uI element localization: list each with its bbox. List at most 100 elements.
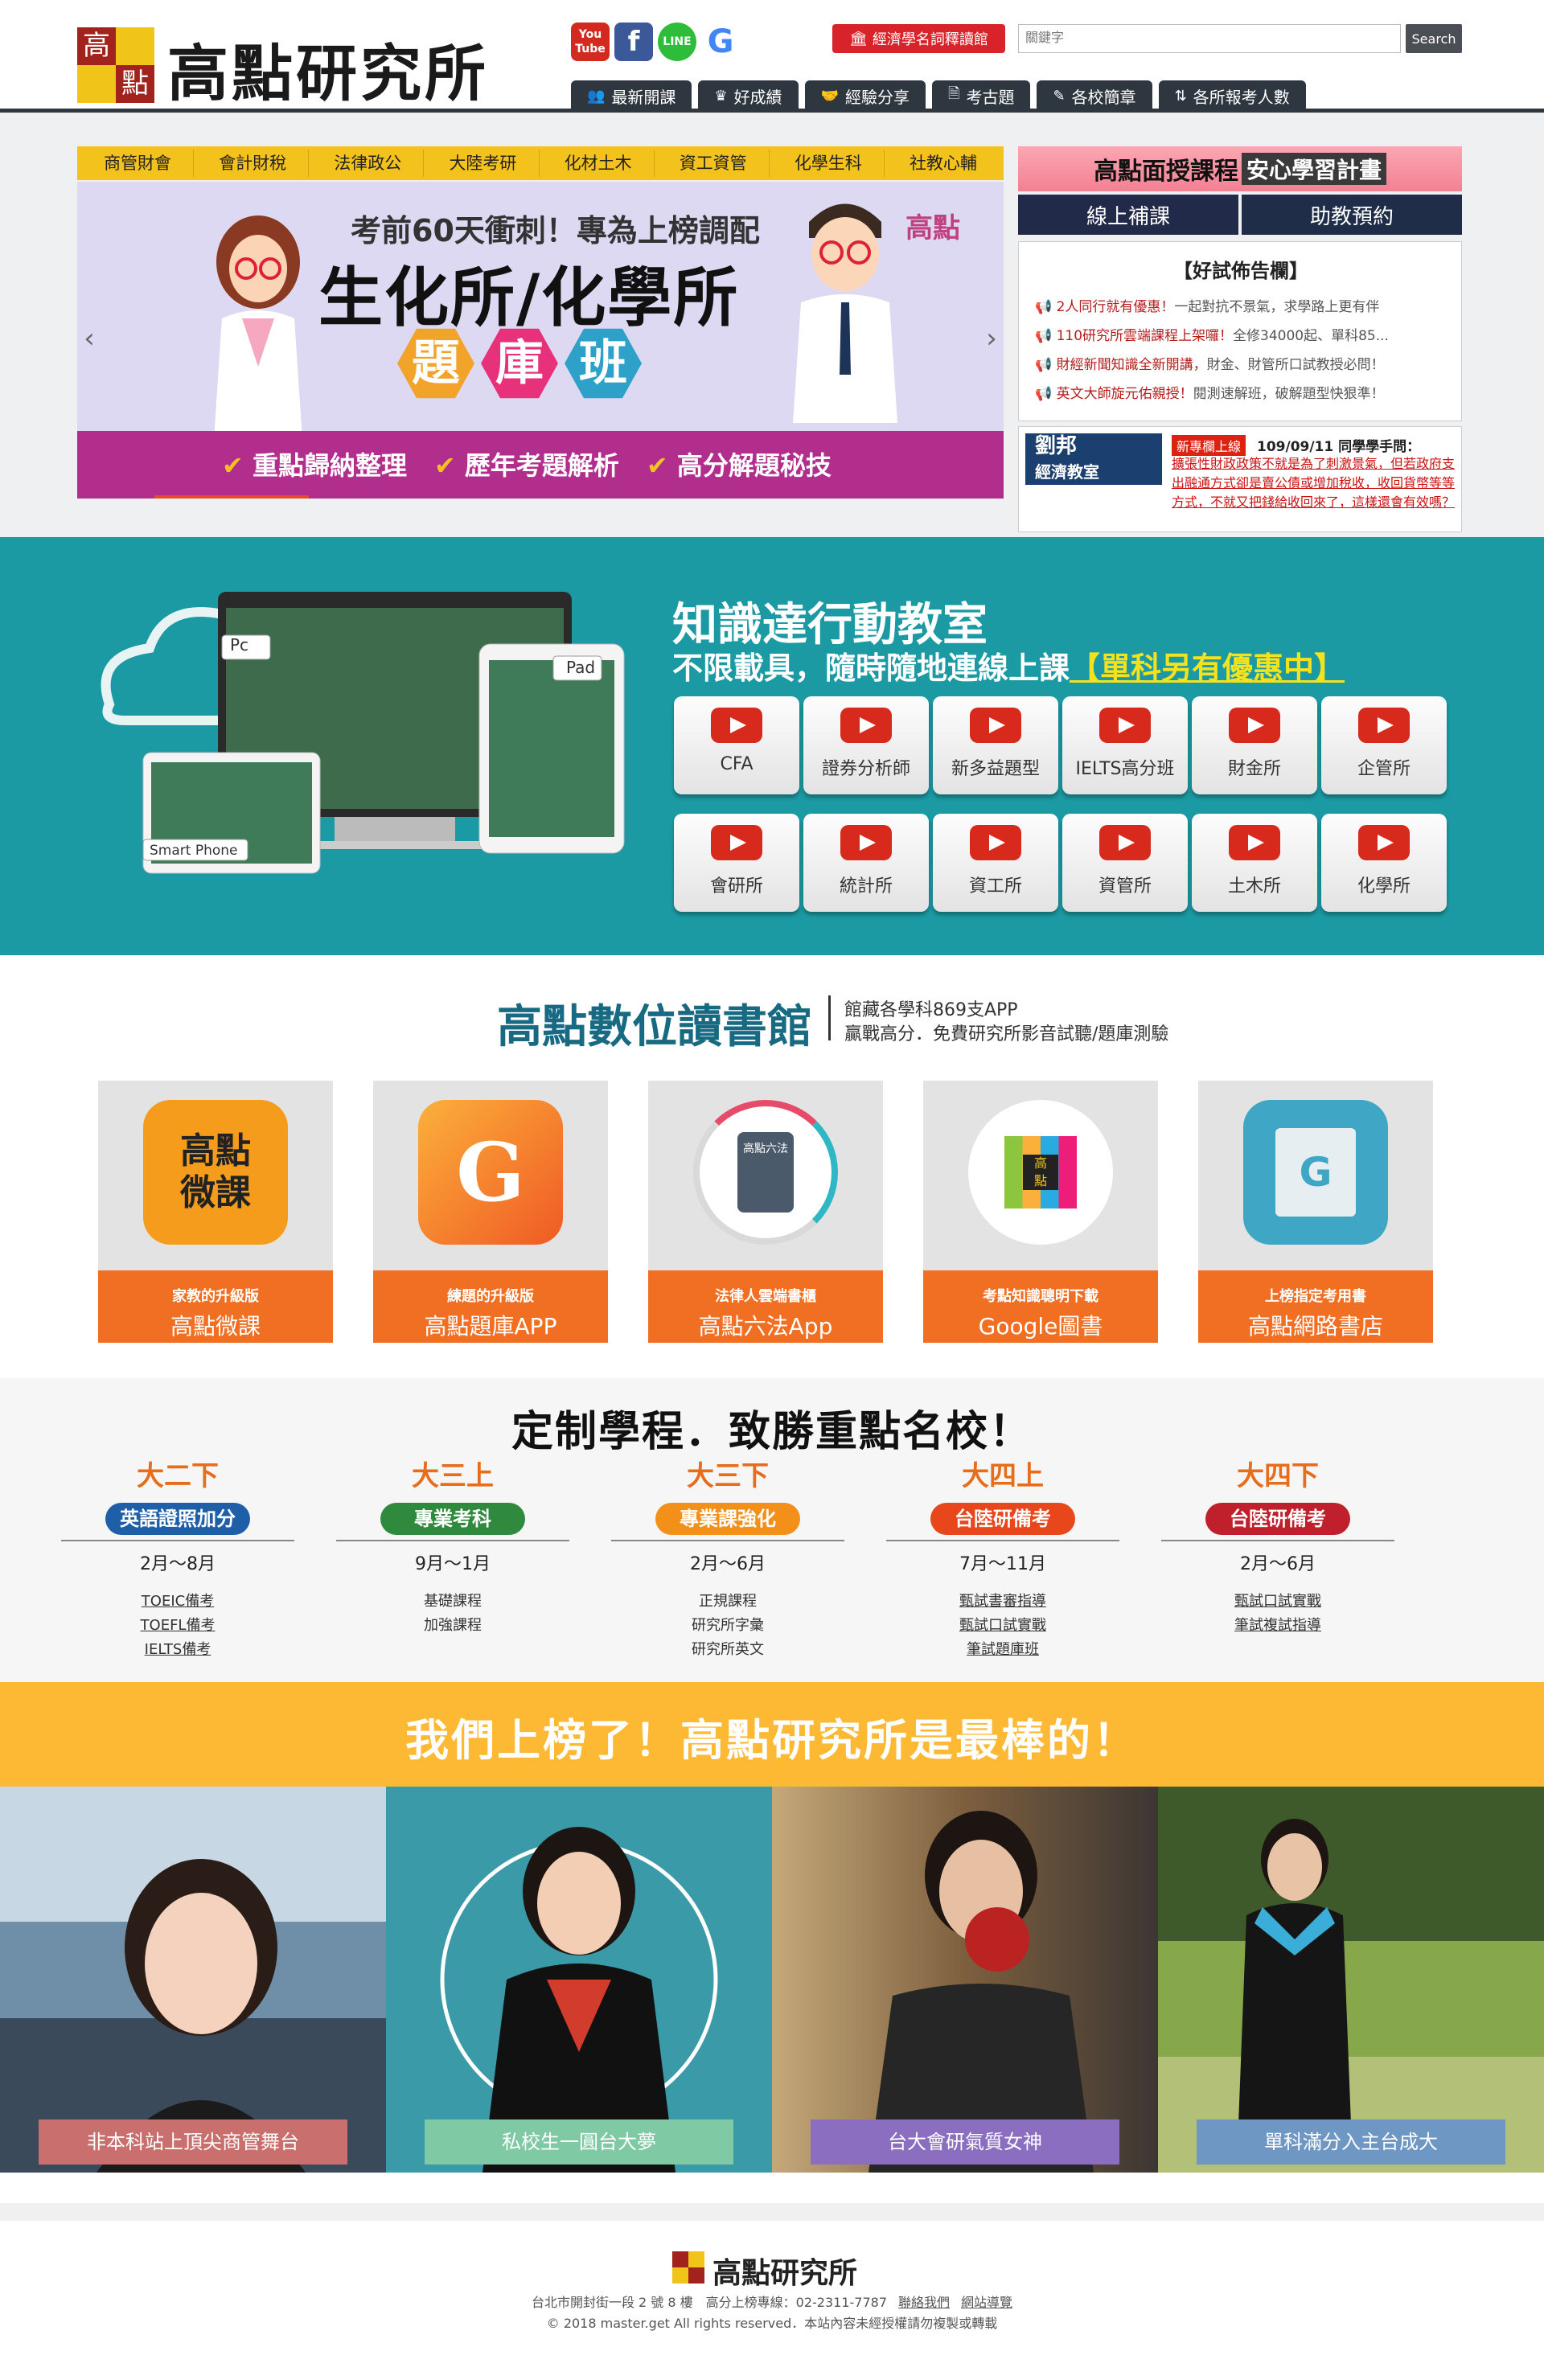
course-video-button[interactable]: 土木所 bbox=[1192, 814, 1317, 912]
stage-link[interactable]: 筆試複試指導 bbox=[1161, 1614, 1394, 1638]
footer-logo[interactable] bbox=[672, 2251, 704, 2284]
stage-link[interactable]: TOEFL備考 bbox=[61, 1614, 294, 1638]
library-subtitle: 贏戰高分．免費研究所影音試聽/題庫測驗 bbox=[844, 1024, 1169, 1044]
subject-tab[interactable]: 化材土木 bbox=[543, 150, 655, 177]
program-stage: 大四上 台陸研備考 7月～11月 甄試書審指導 甄試口試實戰 筆試題庫班 bbox=[886, 1454, 1119, 1662]
edit-icon: ✎ bbox=[1053, 87, 1066, 105]
stage-pill[interactable]: 專業課強化 bbox=[655, 1503, 800, 1535]
news-item[interactable]: 2人同行就有優惠！一起對抗不景氣，求學路上更有伴 bbox=[1035, 295, 1453, 315]
course-video-button[interactable]: 資管所 bbox=[1062, 814, 1188, 912]
stage-item: 正規課程 bbox=[699, 1593, 757, 1610]
stage-year: 大四上 bbox=[962, 1460, 1044, 1492]
crown-icon: ♛ bbox=[714, 87, 728, 105]
course-video-button[interactable]: CFA bbox=[674, 696, 799, 794]
student-photo[interactable]: 私校生一圓台大夢 bbox=[386, 1787, 772, 2173]
divider bbox=[828, 995, 831, 1040]
banner-bullet: 歷年考題解析 bbox=[434, 445, 619, 482]
hero-banner[interactable]: 考前60天衝刺！專為上榜調配 生化所/化學所 題 庫 班 高點 重點歸納整理 歷… bbox=[77, 182, 1004, 499]
subject-tab[interactable]: 會計財稅 bbox=[197, 150, 310, 177]
course-video-button[interactable]: IELTS高分班 bbox=[1062, 696, 1188, 794]
student-photo[interactable]: 非本科站上頂尖商管舞台 bbox=[0, 1787, 386, 2173]
student-photo[interactable]: 單科滿分入主台成大 bbox=[1158, 1787, 1544, 2173]
subject-tab[interactable]: 資工資管 bbox=[658, 150, 770, 177]
stage-pill[interactable]: 台陸研備考 bbox=[930, 1503, 1075, 1535]
subject-tab[interactable]: 商管財會 bbox=[82, 150, 195, 177]
app-card[interactable]: 高點六法 法律人雲端書櫃 高點六法App bbox=[648, 1081, 883, 1343]
course-video-button[interactable]: 統計所 bbox=[803, 814, 929, 912]
nav-brochures[interactable]: ✎ 各校簡章 bbox=[1037, 80, 1152, 111]
site-name[interactable]: 高點研究所 bbox=[167, 24, 489, 113]
app-card[interactable]: 高點 考點知識聰明下載 Google圖書 bbox=[923, 1081, 1158, 1343]
econ-glossary-button[interactable]: 🏛 經濟學名詞釋讀館 bbox=[832, 24, 1005, 53]
news-item[interactable]: 財經新聞知識全新開講，財金、財管所口試教授必問！ bbox=[1035, 353, 1453, 373]
stage-link[interactable]: 甄試書審指導 bbox=[886, 1590, 1119, 1614]
course-video-button[interactable]: 資工所 bbox=[933, 814, 1058, 912]
stage-link[interactable]: 甄試口試實戰 bbox=[886, 1614, 1119, 1638]
tab-online-makeup[interactable]: 線上補課 bbox=[1018, 195, 1238, 235]
search-input[interactable] bbox=[1018, 24, 1401, 53]
stage-link[interactable]: TOEIC備考 bbox=[61, 1590, 294, 1614]
nav-results[interactable]: ♛ 好成績 bbox=[698, 80, 799, 111]
line-icon[interactable]: LINE bbox=[658, 23, 696, 61]
carousel-indicator[interactable] bbox=[154, 495, 309, 499]
stage-link[interactable]: 筆試題庫班 bbox=[886, 1638, 1119, 1662]
stage-item: 加強課程 bbox=[424, 1617, 482, 1634]
youtube-icon[interactable]: You Tube bbox=[571, 23, 610, 61]
stage-pill[interactable]: 台陸研備考 bbox=[1205, 1503, 1350, 1535]
app-card[interactable]: G 練題的升級版 高點題庫APP bbox=[373, 1081, 608, 1343]
nav-past-exams[interactable]: 🗎 考古題 bbox=[931, 80, 1031, 111]
news-item[interactable]: 110研究所雲端課程上架囉！全修34000起、單科85... bbox=[1035, 324, 1453, 344]
subject-tab[interactable]: 大陸考研 bbox=[427, 150, 540, 177]
news-board-title: 【好試佈告欄】 bbox=[1173, 260, 1308, 282]
plan-banner[interactable]: 高點面授課程 安心學習計畫 bbox=[1018, 146, 1462, 191]
column-date: 109/09/11 同學學手問： bbox=[1257, 439, 1421, 455]
nav-new-courses[interactable]: 👥 最新開課 bbox=[571, 80, 692, 111]
stage-pill[interactable]: 英語證照加分 bbox=[105, 1503, 250, 1535]
app-card[interactable]: 高點 微課 家教的升級版 高點微課 bbox=[98, 1081, 333, 1343]
facebook-icon[interactable]: f bbox=[614, 23, 653, 61]
hex-char: 題 bbox=[397, 328, 474, 399]
books-app-icon: G bbox=[1243, 1100, 1388, 1245]
hex-char: 庫 bbox=[481, 328, 558, 399]
subject-tab[interactable]: 社教心輔 bbox=[888, 150, 999, 177]
stage-link[interactable]: 甄試口試實戰 bbox=[1161, 1590, 1394, 1614]
program-stage: 大三上 專業考科 9月～1月 基礎課程 加強課程 bbox=[336, 1454, 569, 1638]
device-label: Pad bbox=[566, 658, 596, 677]
course-video-button[interactable]: 企管所 bbox=[1321, 696, 1447, 794]
stage-pill[interactable]: 專業考科 bbox=[380, 1503, 525, 1535]
app-card-title: 高點網路書店 bbox=[1247, 1313, 1383, 1340]
scientist-woman-illustration bbox=[214, 215, 302, 439]
banner-bullet: 高分解題秘技 bbox=[647, 445, 832, 482]
logo[interactable]: 高 點 bbox=[77, 27, 154, 103]
course-video-button[interactable]: 證券分析師 bbox=[803, 696, 929, 794]
chevron-right-icon[interactable]: › bbox=[979, 318, 1004, 359]
nav-experience[interactable]: 🤝 經驗分享 bbox=[804, 80, 926, 111]
course-video-button[interactable]: 會研所 bbox=[674, 814, 799, 912]
stage-year: 大四下 bbox=[1237, 1460, 1319, 1492]
sitemap-link[interactable]: 網站導覽 bbox=[961, 2295, 1012, 2310]
course-video-button[interactable]: 新多益題型 bbox=[933, 696, 1058, 794]
course-video-button[interactable]: 化學所 bbox=[1321, 814, 1447, 912]
banner-hex-group: 題 庫 班 bbox=[397, 325, 642, 402]
column-ad[interactable]: 劉邦 經濟教室 新專欄上線 109/09/11 同學學手問： 擴張性財政政策不就… bbox=[1018, 426, 1462, 532]
google-icon[interactable]: G bbox=[701, 23, 740, 61]
tab-ta-booking[interactable]: 助教預約 bbox=[1242, 195, 1462, 235]
scientist-man-illustration bbox=[793, 203, 897, 423]
photo-caption: 單科滿分入主台成大 bbox=[1197, 2119, 1505, 2165]
stage-link[interactable]: IELTS備考 bbox=[61, 1638, 294, 1662]
news-item[interactable]: 英文大師旋元佑親授！閱測速解班，破解題型快狠準！ bbox=[1035, 382, 1453, 402]
course-video-button[interactable]: 財金所 bbox=[1192, 696, 1317, 794]
banner-bullets: 重點歸納整理 歷年考題解析 高分解題秘技 bbox=[222, 445, 832, 482]
column-link[interactable]: 擴張性財政政策不就是為了刺激景氣，但若政府支出融通方式卻是賣公債或增加稅收，收回… bbox=[1172, 454, 1455, 512]
hex-char: 班 bbox=[565, 328, 642, 399]
column-thumbnail[interactable]: 劉邦 經濟教室 bbox=[1025, 433, 1162, 485]
search-button[interactable]: Search bbox=[1406, 24, 1462, 53]
chevron-left-icon[interactable]: ‹ bbox=[77, 318, 101, 359]
student-photo[interactable]: 台大會研氣質女神 bbox=[772, 1787, 1158, 2173]
photo-caption: 非本科站上頂尖商管舞台 bbox=[39, 2119, 347, 2165]
subject-tab[interactable]: 化學生科 bbox=[773, 150, 885, 177]
nav-applicant-counts[interactable]: ⇅ 各所報考人數 bbox=[1158, 80, 1306, 111]
app-card[interactable]: G 上榜指定考用書 高點網路書店 bbox=[1198, 1081, 1433, 1343]
subject-tab[interactable]: 法律政公 bbox=[312, 150, 425, 177]
contact-link[interactable]: 聯絡我們 bbox=[898, 2295, 950, 2310]
